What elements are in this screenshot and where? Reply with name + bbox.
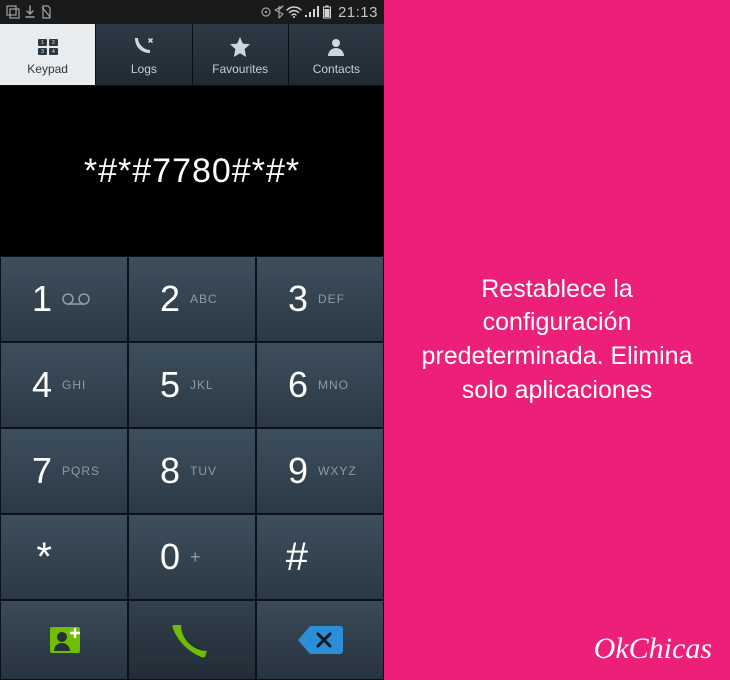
contacts-icon [324, 34, 348, 60]
key-4[interactable]: 4 GHI [0, 342, 128, 428]
key-digit: 6 [282, 364, 308, 406]
key-digit: 8 [154, 450, 180, 492]
key-star[interactable]: * [0, 514, 128, 600]
key-digit: 7 [26, 450, 52, 492]
tab-favourites[interactable]: Favourites [193, 24, 289, 85]
status-right: 21:13 [260, 4, 378, 21]
dialer-actions [0, 600, 384, 680]
download-icon [24, 5, 36, 19]
key-6[interactable]: 6 MNO [256, 342, 384, 428]
key-letters: JKL [190, 378, 230, 392]
key-digit: * [26, 535, 52, 580]
key-digit: 0 [154, 536, 180, 578]
key-digit: 3 [282, 278, 308, 320]
add-contact-button[interactable] [0, 600, 128, 680]
tab-contacts[interactable]: Contacts [289, 24, 384, 85]
voicemail-icon [62, 292, 102, 306]
wifi-icon [286, 6, 302, 18]
key-hash[interactable]: # [256, 514, 384, 600]
screenshot-icon [6, 5, 20, 19]
svg-text:4: 4 [52, 49, 55, 55]
add-contact-icon [42, 623, 86, 657]
signal-icon [304, 6, 320, 18]
key-letters: WXYZ [318, 464, 358, 478]
dial-display: *#*#7780#*#* [0, 86, 384, 256]
svg-text:1: 1 [41, 40, 44, 46]
key-5[interactable]: 5 JKL [128, 342, 256, 428]
status-bar: 21:13 [0, 0, 384, 24]
key-7[interactable]: 7 PQRS [0, 428, 128, 514]
tab-label: Logs [131, 62, 157, 76]
battery-icon [322, 5, 332, 19]
keypad: 1 2 ABC 3 DEF 4 GHI 5 JKL 6 [0, 256, 384, 600]
key-8[interactable]: 8 TUV [128, 428, 256, 514]
phone-icon [171, 619, 213, 661]
key-letters: MNO [318, 378, 358, 392]
key-digit: 9 [282, 450, 308, 492]
svg-text:3: 3 [41, 49, 44, 55]
call-button[interactable] [128, 600, 256, 680]
dialed-number: *#*#7780#*#* [84, 152, 300, 191]
logs-icon [132, 34, 156, 60]
key-digit: 1 [26, 278, 52, 320]
key-digit: 2 [154, 278, 180, 320]
tab-logs[interactable]: Logs [96, 24, 192, 85]
key-letters: PQRS [62, 464, 102, 478]
panel-description: Restablece la configuración predetermina… [410, 273, 704, 408]
status-clock: 21:13 [338, 4, 378, 21]
key-digit: 4 [26, 364, 52, 406]
status-left [6, 5, 52, 19]
key-letters: DEF [318, 292, 358, 306]
key-9[interactable]: 9 WXYZ [256, 428, 384, 514]
key-letters: TUV [190, 464, 230, 478]
tab-label: Contacts [313, 62, 360, 76]
info-panel: Restablece la configuración predetermina… [384, 0, 730, 680]
sim-no-icon [40, 5, 52, 19]
phone-screenshot: 21:13 1234 Keypad Logs Favourite [0, 0, 384, 680]
dialer-tabs: 1234 Keypad Logs Favourites Co [0, 24, 384, 86]
root: 21:13 1234 Keypad Logs Favourite [0, 0, 730, 680]
key-letters: GHI [62, 378, 102, 392]
backspace-button[interactable] [256, 600, 384, 680]
panel-brand: OkChicas [594, 632, 712, 666]
key-digit: # [282, 535, 308, 580]
tab-label: Favourites [212, 62, 268, 76]
backspace-icon [296, 624, 344, 656]
key-3[interactable]: 3 DEF [256, 256, 384, 342]
star-icon [228, 34, 252, 60]
key-digit: 5 [154, 364, 180, 406]
keypad-icon: 1 2 3 4 [36, 34, 60, 60]
gps-icon [260, 6, 272, 18]
key-letters: ABC [190, 292, 230, 306]
key-2[interactable]: 2 ABC [128, 256, 256, 342]
svg-text:2: 2 [52, 40, 55, 46]
tab-label: Keypad [27, 62, 68, 76]
bluetooth-icon [274, 5, 284, 19]
key-plus: + [190, 547, 230, 568]
key-0[interactable]: 0 + [128, 514, 256, 600]
key-1[interactable]: 1 [0, 256, 128, 342]
tab-keypad[interactable]: 1 2 3 4 Keypad [0, 24, 96, 85]
